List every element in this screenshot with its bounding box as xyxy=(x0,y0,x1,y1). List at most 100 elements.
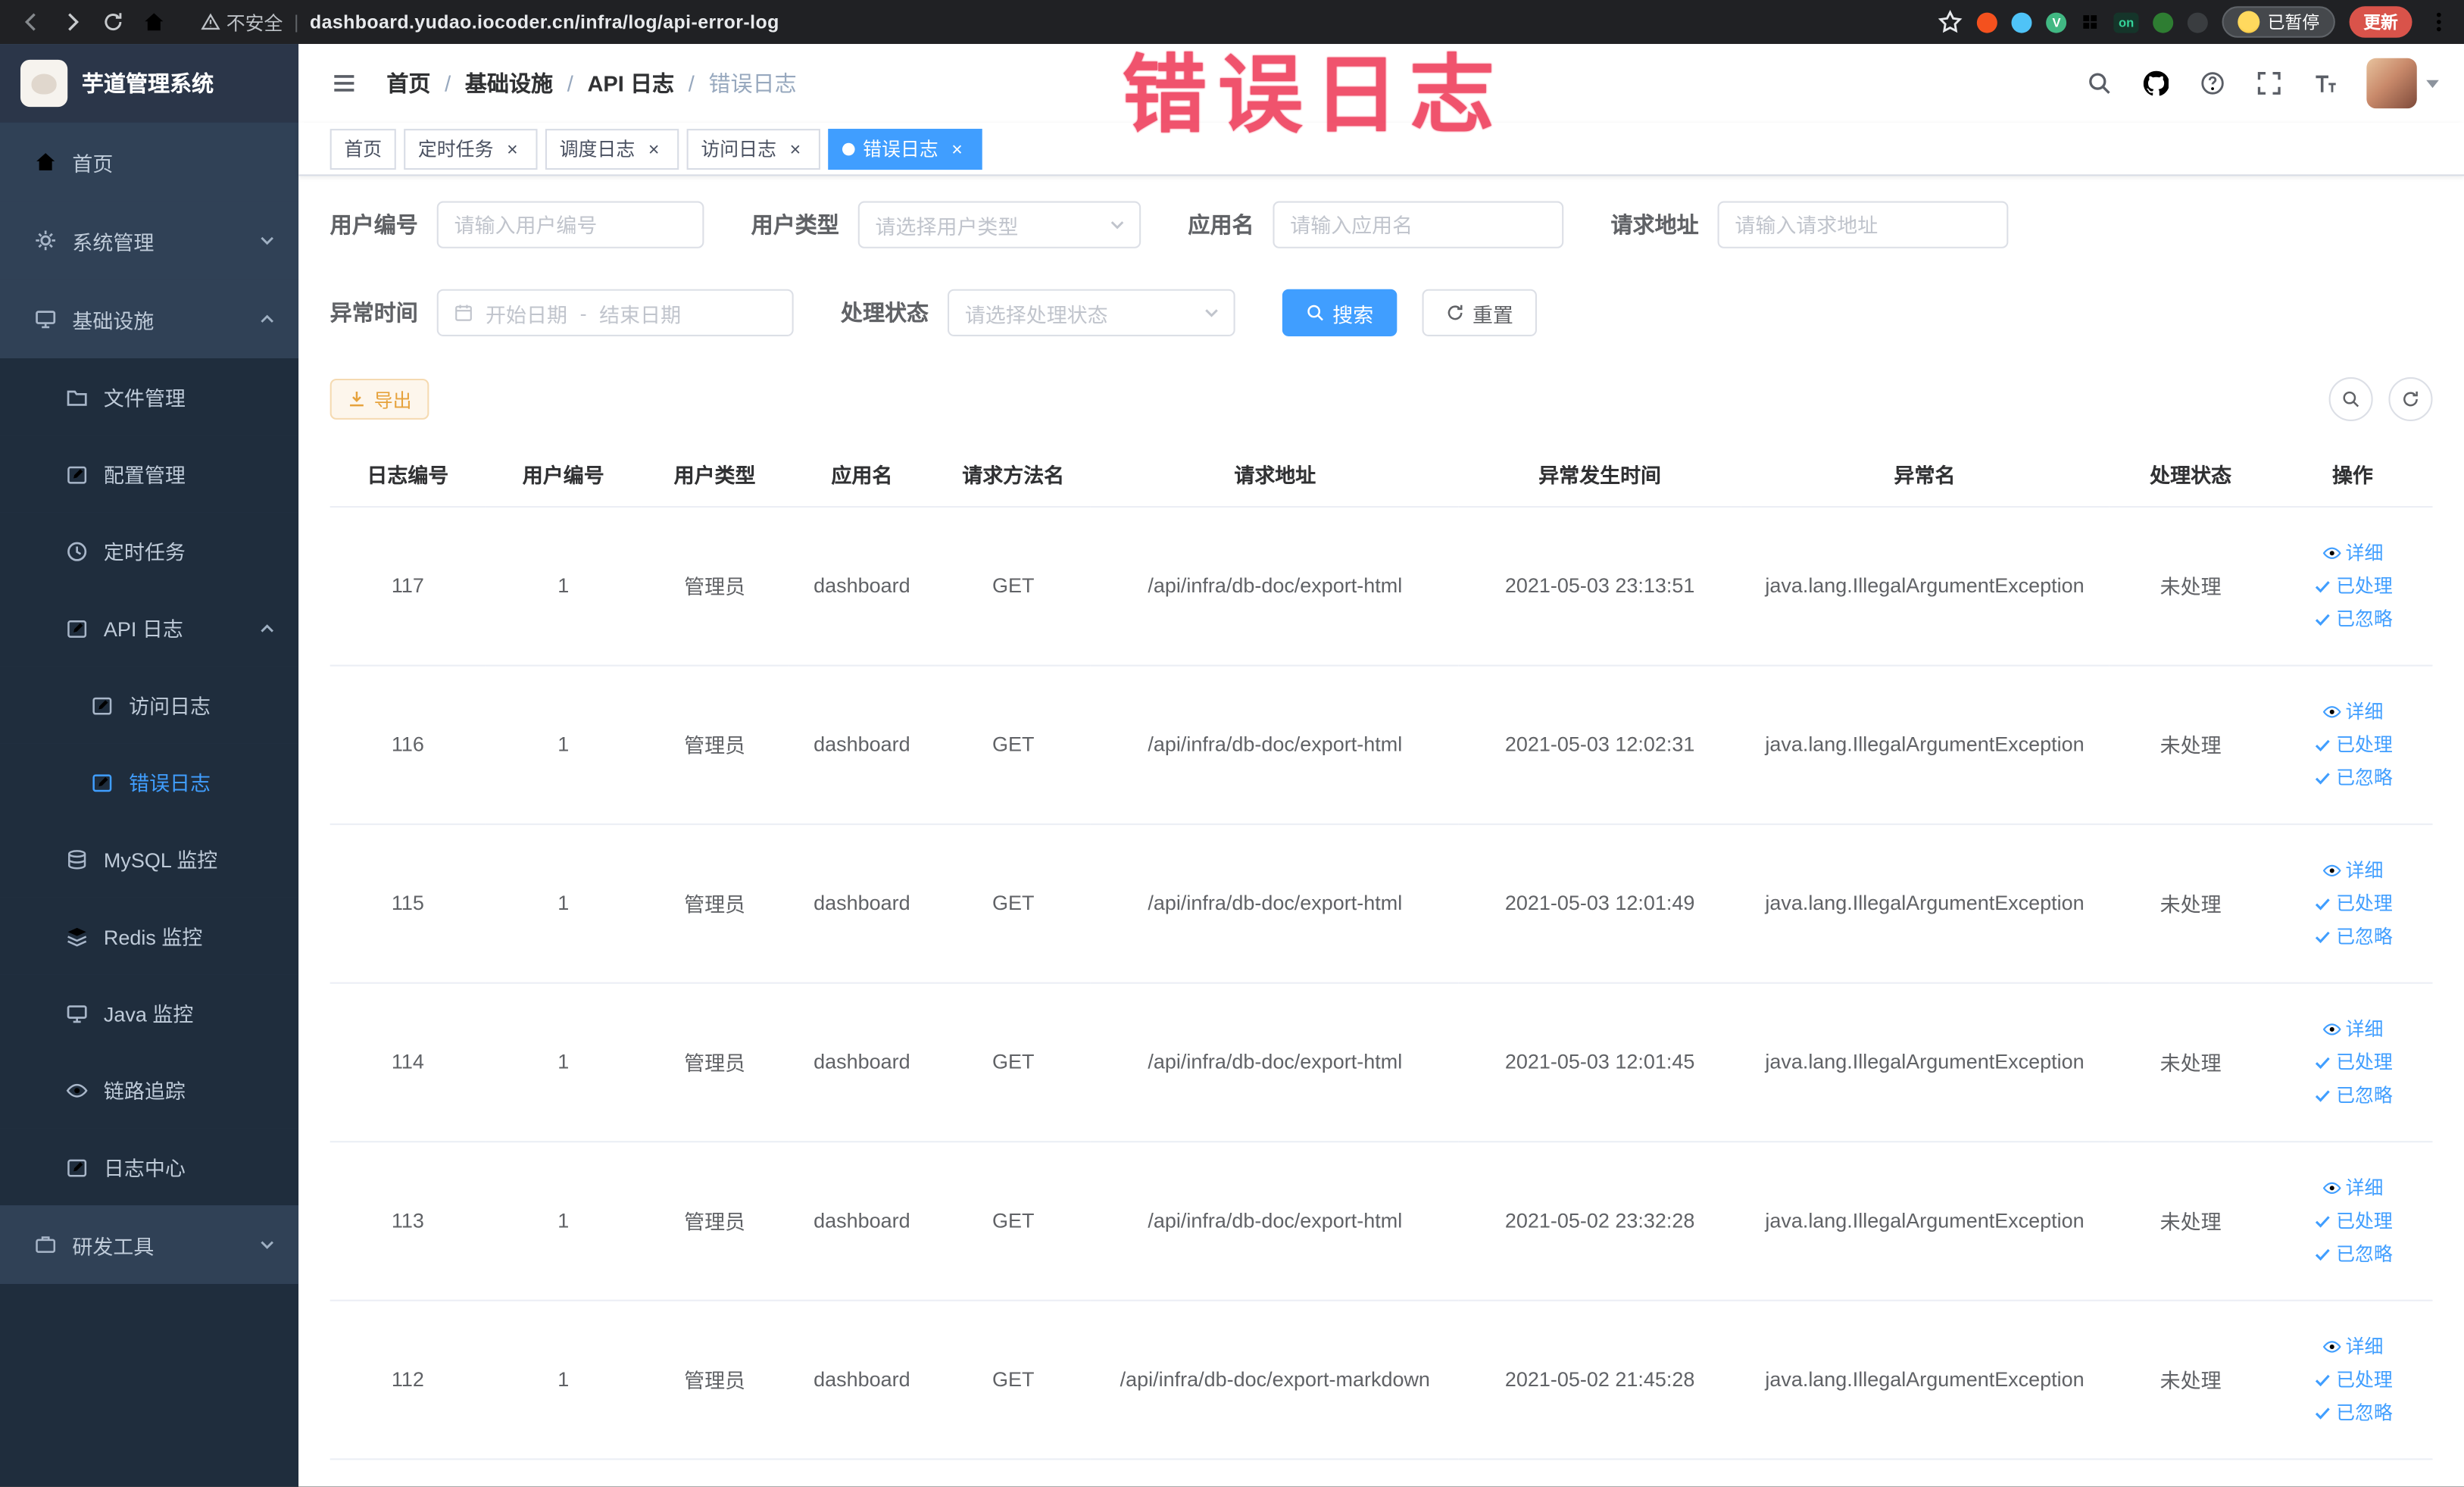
table-row: 112 1 管理员 dashboard GET /api/infra/db-do… xyxy=(329,1299,2433,1460)
browser-back-button[interactable] xyxy=(13,3,51,41)
font-size-icon[interactable] xyxy=(2310,67,2341,98)
tab-schedule-log[interactable]: 调度日志 xyxy=(545,128,679,170)
browser-menu-kebab-icon[interactable] xyxy=(2426,9,2451,34)
action-detail[interactable]: 详细 xyxy=(2322,857,2383,883)
recording-paused-button[interactable]: 已暂停 xyxy=(2222,6,2335,38)
bookmark-star-icon[interactable] xyxy=(1938,9,1963,34)
sidebar-item-error-log[interactable]: 错误日志 xyxy=(0,743,299,820)
sidebar-item-dev-tools[interactable]: 研发工具 xyxy=(0,1205,299,1284)
extension-icon-vue[interactable]: V xyxy=(2046,11,2067,33)
export-button[interactable]: 导出 xyxy=(329,378,429,420)
extension-icon-grid[interactable] xyxy=(2081,13,2100,32)
action-ignore[interactable]: 已忽略 xyxy=(2313,1398,2393,1425)
extension-icon-paw[interactable] xyxy=(2187,11,2208,33)
log-center-icon xyxy=(66,1156,88,1178)
extension-icon-orange[interactable] xyxy=(1977,11,1998,33)
cell-exception-time: 2021-05-02 23:32:28 xyxy=(1459,1141,1741,1301)
request-url-input[interactable] xyxy=(1717,201,2009,248)
action-ignore[interactable]: 已忽略 xyxy=(2313,1240,2393,1267)
toolbar-search-toggle-button[interactable] xyxy=(2328,376,2373,421)
browser-forward-button[interactable] xyxy=(54,3,92,41)
action-detail[interactable]: 详细 xyxy=(2322,1332,2383,1359)
user-menu[interactable] xyxy=(2366,58,2439,109)
process-status-select[interactable]: 请选择处理状态 xyxy=(947,289,1235,336)
page-url[interactable]: dashboard.yudao.iocoder.cn/infra/log/api… xyxy=(310,11,779,33)
security-warning[interactable]: 不安全 xyxy=(201,8,283,35)
tab-error-log[interactable]: 错误日志 xyxy=(828,128,982,170)
cell-log-id: 114 xyxy=(329,982,486,1142)
help-icon[interactable] xyxy=(2197,67,2228,98)
action-detail[interactable]: 详细 xyxy=(2322,698,2383,724)
tab-home[interactable]: 首页 xyxy=(329,128,396,170)
extension-icon-blue-pin[interactable] xyxy=(2011,11,2032,33)
browser-reload-button[interactable] xyxy=(94,3,132,41)
close-icon[interactable] xyxy=(643,138,665,160)
table-row: 116 1 管理员 dashboard GET /api/infra/db-do… xyxy=(329,664,2433,825)
sidebar-item-java-monitor[interactable]: Java 监控 xyxy=(0,974,299,1051)
tab-access-log[interactable]: 访问日志 xyxy=(686,128,821,170)
table-toolbar: 导出 xyxy=(329,376,2433,421)
sidebar-item-system-management[interactable]: 系统管理 xyxy=(0,201,299,280)
col-process-status: 处理状态 xyxy=(2108,443,2273,508)
user-type-select[interactable]: 请选择用户类型 xyxy=(857,201,1141,248)
header-search-icon[interactable] xyxy=(2084,67,2115,98)
action-detail[interactable]: 详细 xyxy=(2322,539,2383,566)
layers-icon xyxy=(66,925,88,947)
check-icon xyxy=(2313,893,2331,912)
sidebar-item-redis-monitor[interactable]: Redis 监控 xyxy=(0,897,299,975)
close-icon[interactable] xyxy=(784,138,806,160)
tab-scheduled-tasks[interactable]: 定时任务 xyxy=(404,128,538,170)
sidebar-item-api-logs[interactable]: API 日志 xyxy=(0,589,299,667)
close-icon[interactable] xyxy=(501,138,523,160)
breadcrumb-api-logs[interactable]: API 日志 xyxy=(587,67,674,98)
fullscreen-icon[interactable] xyxy=(2253,67,2284,98)
user-id-input[interactable] xyxy=(436,201,704,248)
extension-icon-green[interactable] xyxy=(2153,11,2174,33)
action-processed[interactable]: 已处理 xyxy=(2313,1207,2393,1233)
search-button[interactable]: 搜索 xyxy=(1282,289,1398,336)
sidebar-item-scheduled-tasks[interactable]: 定时任务 xyxy=(0,512,299,589)
toolbar-refresh-button[interactable] xyxy=(2388,376,2433,421)
sidebar-item-file-management[interactable]: 文件管理 xyxy=(0,358,299,436)
action-ignore[interactable]: 已忽略 xyxy=(2313,764,2393,790)
cell-request-url: /api/infra/db-doc/export-html xyxy=(1091,506,1460,666)
exception-time-range-picker[interactable]: 开始日期 - 结束日期 xyxy=(436,289,794,336)
action-ignore[interactable]: 已忽略 xyxy=(2313,605,2393,632)
sidebar-item-home[interactable]: 首页 xyxy=(0,122,299,201)
breadcrumb-infrastructure[interactable]: 基础设施 xyxy=(465,67,553,98)
action-detail[interactable]: 详细 xyxy=(2322,1174,2383,1201)
action-processed[interactable]: 已处理 xyxy=(2313,889,2393,916)
github-icon[interactable] xyxy=(2141,67,2172,98)
cell-app-name: dashboard xyxy=(788,506,936,666)
sidebar-item-link-tracing[interactable]: 链路追踪 xyxy=(0,1051,299,1129)
chevron-up-icon xyxy=(258,310,276,329)
breadcrumb-home[interactable]: 首页 xyxy=(386,67,430,98)
action-processed[interactable]: 已处理 xyxy=(2313,572,2393,598)
close-icon[interactable] xyxy=(946,138,968,160)
sidebar-item-mysql-monitor[interactable]: MySQL 监控 xyxy=(0,820,299,898)
extension-icon-on-badge[interactable]: on xyxy=(2113,11,2139,33)
address-bar[interactable]: 不安全 | dashboard.yudao.iocoder.cn/infra/l… xyxy=(201,8,1935,35)
action-ignore[interactable]: 已忽略 xyxy=(2313,923,2393,949)
cell-app-name: dashboard xyxy=(788,664,936,825)
reset-button[interactable]: 重置 xyxy=(1422,289,1538,336)
sidebar-item-access-log[interactable]: 访问日志 xyxy=(0,666,299,744)
cell-request-url: /api/infra/db-doc/export-markdown xyxy=(1091,1299,1460,1460)
sidebar-logo[interactable]: 芋道管理系统 xyxy=(0,44,299,123)
action-detail[interactable]: 详细 xyxy=(2322,1015,2383,1042)
app-name-input[interactable] xyxy=(1273,201,1564,248)
action-processed[interactable]: 已处理 xyxy=(2313,1366,2393,1392)
sidebar-item-config-management[interactable]: 配置管理 xyxy=(0,435,299,513)
browser-update-button[interactable]: 更新 xyxy=(2349,6,2412,38)
browser-home-button[interactable] xyxy=(135,3,173,41)
action-processed[interactable]: 已处理 xyxy=(2313,1048,2393,1075)
action-ignore[interactable]: 已忽略 xyxy=(2313,1081,2393,1107)
sidebar-item-infrastructure[interactable]: 基础设施 xyxy=(0,280,299,359)
cell-app-name: dashboard xyxy=(788,1299,936,1460)
sidebar-item-log-center[interactable]: 日志中心 xyxy=(0,1128,299,1206)
eye-icon xyxy=(2322,543,2341,562)
cell-app-name: dashboard xyxy=(788,982,936,1142)
filter-app-name: 应用名 xyxy=(1188,201,1564,248)
sidebar-toggle-icon[interactable] xyxy=(323,63,364,104)
action-processed[interactable]: 已处理 xyxy=(2313,731,2393,758)
